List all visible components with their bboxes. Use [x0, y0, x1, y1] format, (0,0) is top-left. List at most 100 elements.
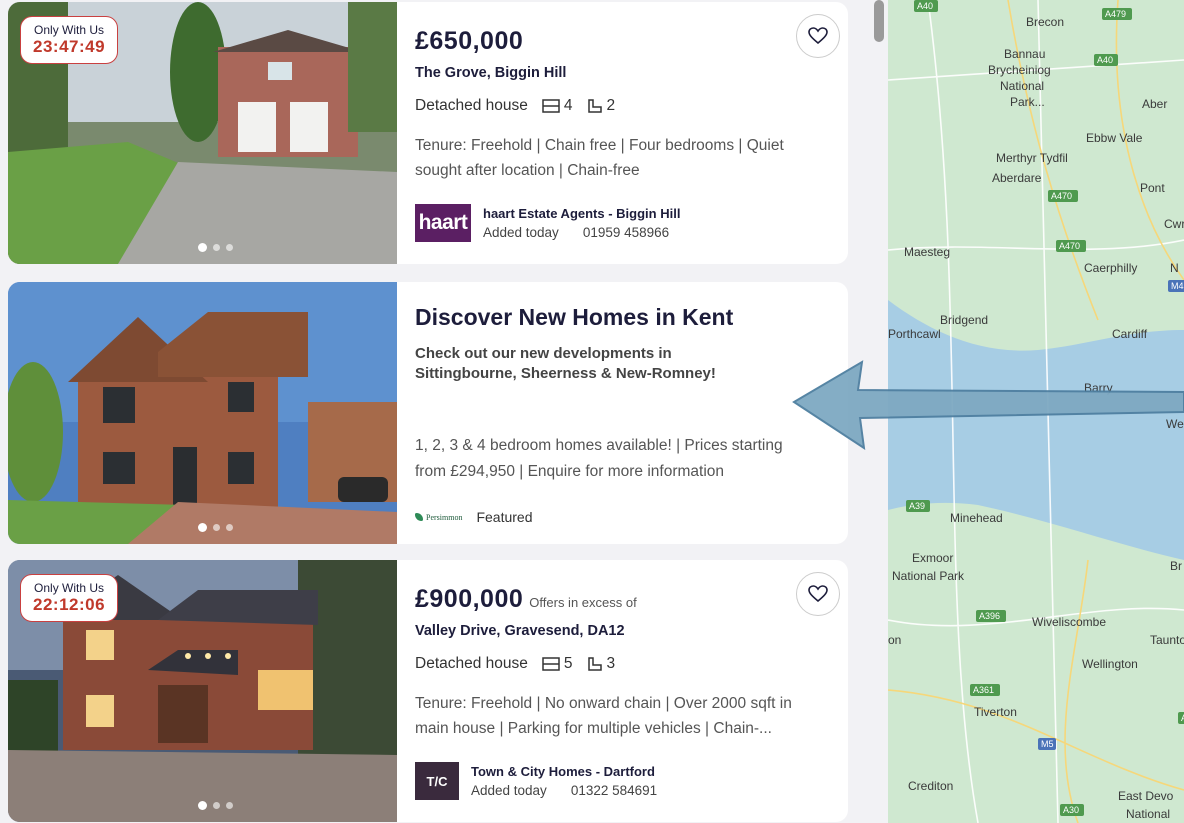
leaf-icon: [415, 513, 423, 521]
svg-text:A39: A39: [909, 501, 925, 511]
bathrooms: 2: [587, 97, 615, 115]
listing-photo[interactable]: Only With Us 23:47:49: [8, 2, 397, 264]
promo-description: 1, 2, 3 & 4 bedroom homes available! | P…: [415, 433, 835, 485]
map-place-label: Bannau: [1004, 47, 1045, 61]
carousel-dot[interactable]: [213, 524, 220, 531]
bedroom-count: 5: [563, 655, 573, 672]
carousel-dot[interactable]: [226, 524, 233, 531]
property-type: Detached house: [415, 655, 528, 672]
description-line: main house | Parking for multiple vehicl…: [415, 720, 772, 737]
bathroom-count: 3: [606, 655, 616, 672]
agent-name[interactable]: Town & City Homes - Dartford: [471, 764, 657, 779]
road-shield: A396: [976, 610, 1006, 622]
carousel-dot[interactable]: [198, 801, 207, 810]
promo-photo[interactable]: [8, 282, 397, 544]
listing-card[interactable]: Only With Us 22:12:06 £900,000 Offers in …: [8, 560, 848, 822]
timer-label: Only With Us: [34, 23, 105, 37]
map-place-label: Exmoor: [912, 551, 953, 565]
carousel-dot[interactable]: [213, 802, 220, 809]
listing-card[interactable]: Only With Us 23:47:49 £650,000 The Grove…: [8, 2, 848, 264]
photo-carousel-dots[interactable]: [198, 523, 233, 532]
promo-title[interactable]: Discover New Homes in Kent: [415, 304, 733, 331]
road-shield: A40: [1094, 54, 1118, 66]
carousel-dot[interactable]: [226, 802, 233, 809]
listing-address[interactable]: The Grove, Biggin Hill: [415, 65, 566, 81]
map-place-label: Crediton: [908, 779, 953, 793]
map-place-label: Cwr: [1164, 217, 1184, 231]
listing-address[interactable]: Valley Drive, Gravesend, DA12: [415, 623, 625, 639]
map-place-label: Aber: [1142, 97, 1167, 111]
arrow-annotation: [792, 360, 1184, 450]
promo-description-line: 1, 2, 3 & 4 bedroom homes available! | P…: [415, 437, 783, 454]
svg-text:A479: A479: [1105, 9, 1126, 19]
listing-photo[interactable]: Only With Us 22:12:06: [8, 560, 397, 822]
svg-text:A40: A40: [1097, 55, 1113, 65]
carousel-dot[interactable]: [213, 244, 220, 251]
promo-description-line: from £294,950 | Enquire for more informa…: [415, 463, 725, 480]
agent-name[interactable]: haart Estate Agents - Biggin Hill: [483, 206, 680, 221]
persimmon-logo[interactable]: Persimmon: [415, 513, 462, 522]
agent-logo[interactable]: T/C: [415, 762, 459, 800]
road-shield: A470: [1056, 240, 1086, 252]
heart-icon: [808, 585, 828, 603]
bathrooms: 3: [587, 655, 616, 673]
map-place-label: Brecon: [1026, 15, 1064, 29]
bedroom-count: 4: [563, 97, 573, 114]
map-place-label: Tiverton: [974, 705, 1017, 719]
listing-price: £650,000: [415, 27, 524, 55]
map-place-label: on: [888, 633, 901, 647]
map-place-label: Bridgend: [940, 313, 988, 327]
photo-carousel-dots[interactable]: [198, 243, 233, 252]
bedrooms: 4: [542, 97, 573, 115]
agent-logo[interactable]: haart: [415, 204, 471, 242]
map-place-label: Pont: [1140, 181, 1165, 195]
agent-info[interactable]: haart haart Estate Agents - Biggin Hill …: [415, 204, 680, 242]
map-place-label: National: [1000, 79, 1044, 93]
promo-subtitle-line: Check out our new developments in: [415, 345, 672, 362]
road-shield: M5: [1038, 738, 1056, 750]
promo-card[interactable]: Discover New Homes in Kent Check out our…: [8, 282, 848, 544]
save-favourite-button[interactable]: [796, 572, 840, 616]
photo-carousel-dots[interactable]: [198, 801, 233, 810]
bedrooms: 5: [542, 655, 573, 673]
price-qualifier: Offers in excess of: [529, 595, 637, 610]
property-details: Detached house 5 3: [415, 655, 615, 673]
timer-value: 23:47:49: [33, 37, 106, 56]
agent-phone[interactable]: 01959 458966: [583, 225, 669, 240]
carousel-dot[interactable]: [198, 243, 207, 252]
exclusive-timer: Only With Us 22:12:06: [20, 574, 119, 622]
map-place-label: Br: [1170, 559, 1182, 573]
svg-text:A470: A470: [1059, 241, 1080, 251]
svg-text:A40: A40: [917, 1, 933, 11]
listing-description: Tenure: Freehold | Chain free | Four bed…: [415, 133, 815, 183]
scrollbar-thumb[interactable]: [874, 0, 884, 42]
agent-phone[interactable]: 01322 584691: [571, 783, 657, 798]
map-place-label: Brycheiniog: [988, 63, 1051, 77]
carousel-dot[interactable]: [226, 244, 233, 251]
bed-icon: [542, 99, 560, 113]
agent-info[interactable]: T/C Town & City Homes - Dartford Added t…: [415, 762, 657, 800]
map-place-label: Park...: [1010, 95, 1045, 109]
results-list: Only With Us 23:47:49 £650,000 The Grove…: [0, 0, 884, 823]
map-place-label: Cardiff: [1112, 327, 1148, 341]
map-place-label: Porthcawl: [888, 327, 941, 341]
map-place-label: Maesteg: [904, 245, 950, 259]
map-place-label: National Park: [892, 569, 965, 583]
description-line: Tenure: Freehold | Chain free | Four bed…: [415, 137, 784, 154]
bath-icon: [587, 99, 602, 113]
map-place-label: Wellington: [1082, 657, 1138, 671]
description-line: sought after location | Chain-free: [415, 162, 640, 179]
road-shield: A30: [1060, 804, 1084, 816]
carousel-dot[interactable]: [198, 523, 207, 532]
timer-label: Only With Us: [34, 581, 105, 595]
listing-description: Tenure: Freehold | No onward chain | Ove…: [415, 691, 815, 741]
description-line: Tenure: Freehold | No onward chain | Ove…: [415, 695, 792, 712]
road-shield: A39: [906, 500, 930, 512]
save-favourite-button[interactable]: [796, 14, 840, 58]
map-place-label: Minehead: [950, 511, 1003, 525]
svg-text:A470: A470: [1051, 191, 1072, 201]
featured-badge: Featured: [476, 509, 533, 525]
promo-info: Discover New Homes in Kent Check out our…: [415, 282, 848, 544]
map-place-label: East Devo: [1118, 789, 1174, 803]
road-shield: A479: [1102, 8, 1132, 20]
